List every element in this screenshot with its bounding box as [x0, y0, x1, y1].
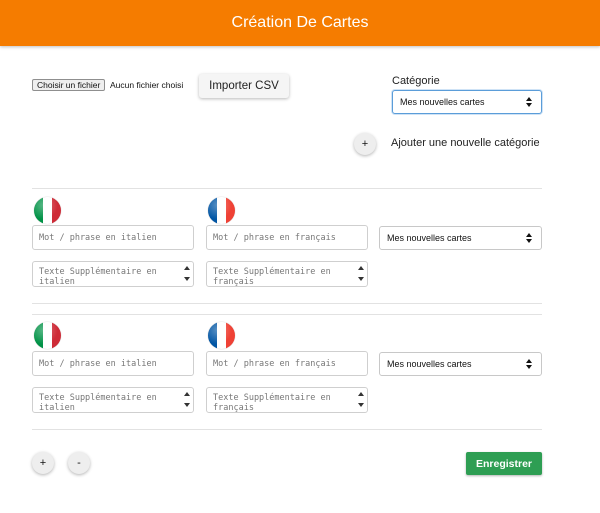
flag-stripe	[208, 322, 217, 349]
save-button[interactable]: Enregistrer	[466, 452, 542, 475]
flag-stripe	[52, 197, 61, 224]
add-category-label: Ajouter une nouvelle catégorie	[391, 137, 540, 149]
minus-icon: -	[77, 457, 81, 469]
flag-stripe	[217, 322, 226, 349]
italian-flag-icon	[34, 197, 61, 224]
app-header: Création De Cartes	[0, 0, 600, 46]
flag-stripe	[43, 197, 52, 224]
remove-card-button[interactable]: -	[68, 452, 90, 474]
add-card-button[interactable]: +	[32, 452, 54, 474]
select-arrows-icon	[526, 359, 532, 371]
category-select[interactable]: Mes nouvelles cartes	[392, 90, 542, 114]
spinner-arrows-icon[interactable]	[183, 390, 191, 410]
divider	[32, 303, 542, 304]
category-label: Catégorie	[392, 75, 440, 87]
select-arrows-icon	[526, 233, 532, 245]
card-category-value: Mes nouvelles cartes	[387, 359, 472, 369]
card-category-select[interactable]: Mes nouvelles cartes	[379, 352, 542, 376]
italian-word-input[interactable]: Mot / phrase en italien	[32, 225, 194, 250]
flag-stripe	[226, 322, 235, 349]
italian-word-input[interactable]: Mot / phrase en italien	[32, 351, 194, 376]
flag-stripe	[208, 197, 217, 224]
flag-stripe	[34, 197, 43, 224]
divider	[32, 314, 542, 315]
flag-stripe	[34, 322, 43, 349]
italian-extra-placeholder: Texte Supplémentaire en italien	[39, 393, 157, 413]
flag-stripe	[52, 322, 61, 349]
plus-icon: +	[39, 457, 47, 469]
flag-stripe	[226, 197, 235, 224]
french-extra-textarea[interactable]: Texte Supplémentaire en français	[206, 261, 368, 287]
french-extra-placeholder: Texte Supplémentaire en français	[213, 267, 331, 287]
french-flag-icon	[208, 197, 235, 224]
card-category-select[interactable]: Mes nouvelles cartes	[379, 226, 542, 250]
flag-stripe	[43, 322, 52, 349]
page-title: Création De Cartes	[231, 14, 369, 31]
divider	[32, 188, 542, 189]
plus-icon: +	[361, 138, 369, 150]
italian-extra-textarea[interactable]: Texte Supplémentaire en italien	[32, 261, 194, 287]
french-flag-icon	[208, 322, 235, 349]
french-word-input[interactable]: Mot / phrase en français	[206, 351, 368, 376]
card-category-value: Mes nouvelles cartes	[387, 233, 472, 243]
divider	[32, 429, 542, 430]
file-status-label: Aucun fichier choisi	[110, 80, 184, 90]
add-category-button[interactable]: +	[354, 133, 376, 155]
select-arrows-icon	[526, 97, 532, 109]
spinner-arrows-icon[interactable]	[357, 264, 365, 284]
flag-stripe	[217, 197, 226, 224]
import-csv-button[interactable]: Importer CSV	[199, 74, 289, 98]
italian-extra-placeholder: Texte Supplémentaire en italien	[39, 267, 157, 287]
italian-extra-textarea[interactable]: Texte Supplémentaire en italien	[32, 387, 194, 413]
spinner-arrows-icon[interactable]	[183, 264, 191, 284]
category-select-value: Mes nouvelles cartes	[400, 97, 485, 107]
french-extra-textarea[interactable]: Texte Supplémentaire en français	[206, 387, 368, 413]
italian-flag-icon	[34, 322, 61, 349]
choose-file-button[interactable]: Choisir un fichier	[32, 79, 106, 91]
french-word-input[interactable]: Mot / phrase en français	[206, 225, 368, 250]
spinner-arrows-icon[interactable]	[357, 390, 365, 410]
french-extra-placeholder: Texte Supplémentaire en français	[213, 393, 331, 413]
